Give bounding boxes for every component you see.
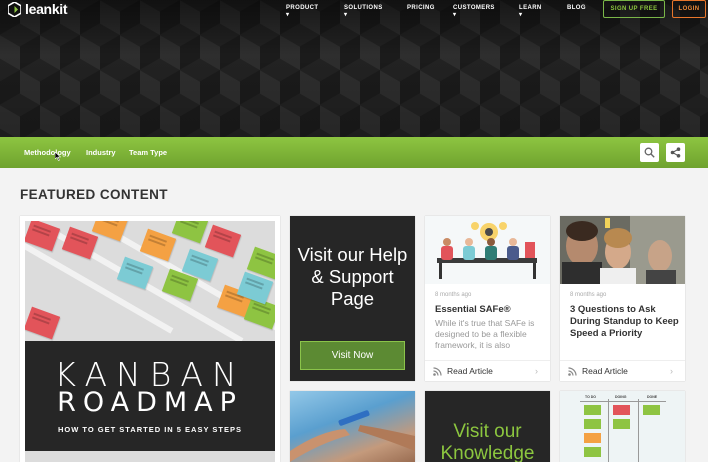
nav-pricing[interactable]: PRICING — [407, 5, 435, 11]
share-icon — [670, 147, 681, 158]
article-card-safe[interactable]: 8 months ago Essential SAFe® While it's … — [425, 216, 550, 381]
kanban-subtitle: HOW TO GET STARTED IN 5 EASY STEPS — [57, 425, 243, 434]
leankit-logo-icon — [8, 1, 21, 17]
featured-content-heading: FEATURED CONTENT — [20, 187, 168, 202]
visit-now-button[interactable]: Visit Now — [300, 341, 405, 370]
hero-banner — [0, 0, 708, 137]
help-support-card[interactable]: Visit our Help & Support Page Visit Now — [290, 216, 415, 381]
sub-navigation: Methodology Industry Team Type — [0, 137, 708, 168]
nav-product[interactable]: PRODUCT ▾ — [286, 5, 318, 18]
rss-icon — [433, 366, 442, 376]
roadmap-title: ROADMAP — [57, 387, 243, 418]
leankit-logo[interactable]: leankit — [8, 1, 68, 17]
nav-learn[interactable]: LEARN ▾ — [519, 5, 542, 18]
nav-blog[interactable]: BLOG — [567, 5, 586, 11]
search-icon — [644, 147, 655, 158]
read-article-label: Read Article — [582, 366, 628, 376]
meeting-photo — [560, 216, 685, 284]
kanban-board-card[interactable]: TO DO DOING DONE — [560, 391, 685, 462]
relay-baton-photo-card[interactable] — [290, 391, 415, 462]
kanban-roadmap-card[interactable]: KANBAN ROADMAP HOW TO GET STARTED IN 5 E… — [20, 216, 280, 462]
chevron-right-icon: › — [670, 366, 673, 376]
sign-up-free-button[interactable]: SIGN UP FREE — [603, 0, 665, 18]
article-date: 8 months ago — [570, 292, 607, 298]
top-navigation: leankit PRODUCT ▾ SOLUTIONS ▾ PRICING CU… — [0, 0, 708, 18]
nav-customers[interactable]: CUSTOMERS ▾ — [453, 5, 495, 18]
board-col-done: DONE — [647, 395, 658, 399]
rss-icon — [568, 366, 577, 376]
read-article-link[interactable]: Read Article › — [560, 360, 685, 381]
board-col-todo: TO DO — [585, 395, 597, 399]
sticky-notes-image — [25, 221, 275, 357]
nav-solutions[interactable]: SOLUTIONS ▾ — [344, 5, 383, 18]
chevron-right-icon: › — [535, 366, 538, 376]
subnav-team-type[interactable]: Team Type — [129, 148, 167, 157]
relay-baton-photo — [290, 410, 415, 462]
article-card-standup[interactable]: 8 months ago 3 Questions to Ask During S… — [560, 216, 685, 381]
article-title[interactable]: 3 Questions to Ask During Standup to Kee… — [570, 304, 680, 340]
knowledge-base-text: Visit our Knowledge — [440, 421, 535, 462]
login-button[interactable]: LOGIN — [672, 0, 706, 18]
article-title[interactable]: Essential SAFe® — [435, 304, 545, 316]
search-button[interactable] — [640, 143, 659, 162]
team-meeting-illustration — [425, 216, 550, 284]
sticky-notes-strip — [25, 451, 275, 462]
mouse-cursor-icon — [55, 152, 61, 161]
article-date: 8 months ago — [435, 292, 472, 298]
subnav-industry[interactable]: Industry — [86, 148, 116, 157]
knowledge-base-card[interactable]: Visit our Knowledge — [425, 391, 550, 462]
article-excerpt: While it's true that SAFe is designed to… — [435, 318, 535, 350]
read-article-link[interactable]: Read Article › — [425, 360, 550, 381]
share-button[interactable] — [666, 143, 685, 162]
kanban-title-panel: KANBAN ROADMAP HOW TO GET STARTED IN 5 E… — [25, 341, 275, 451]
brand-name: leankit — [25, 1, 68, 17]
board-col-doing: DOING — [615, 395, 627, 399]
help-support-text: Visit our Help & Support Page — [297, 244, 408, 309]
subnav-methodology[interactable]: Methodology — [24, 148, 71, 157]
read-article-label: Read Article — [447, 366, 493, 376]
